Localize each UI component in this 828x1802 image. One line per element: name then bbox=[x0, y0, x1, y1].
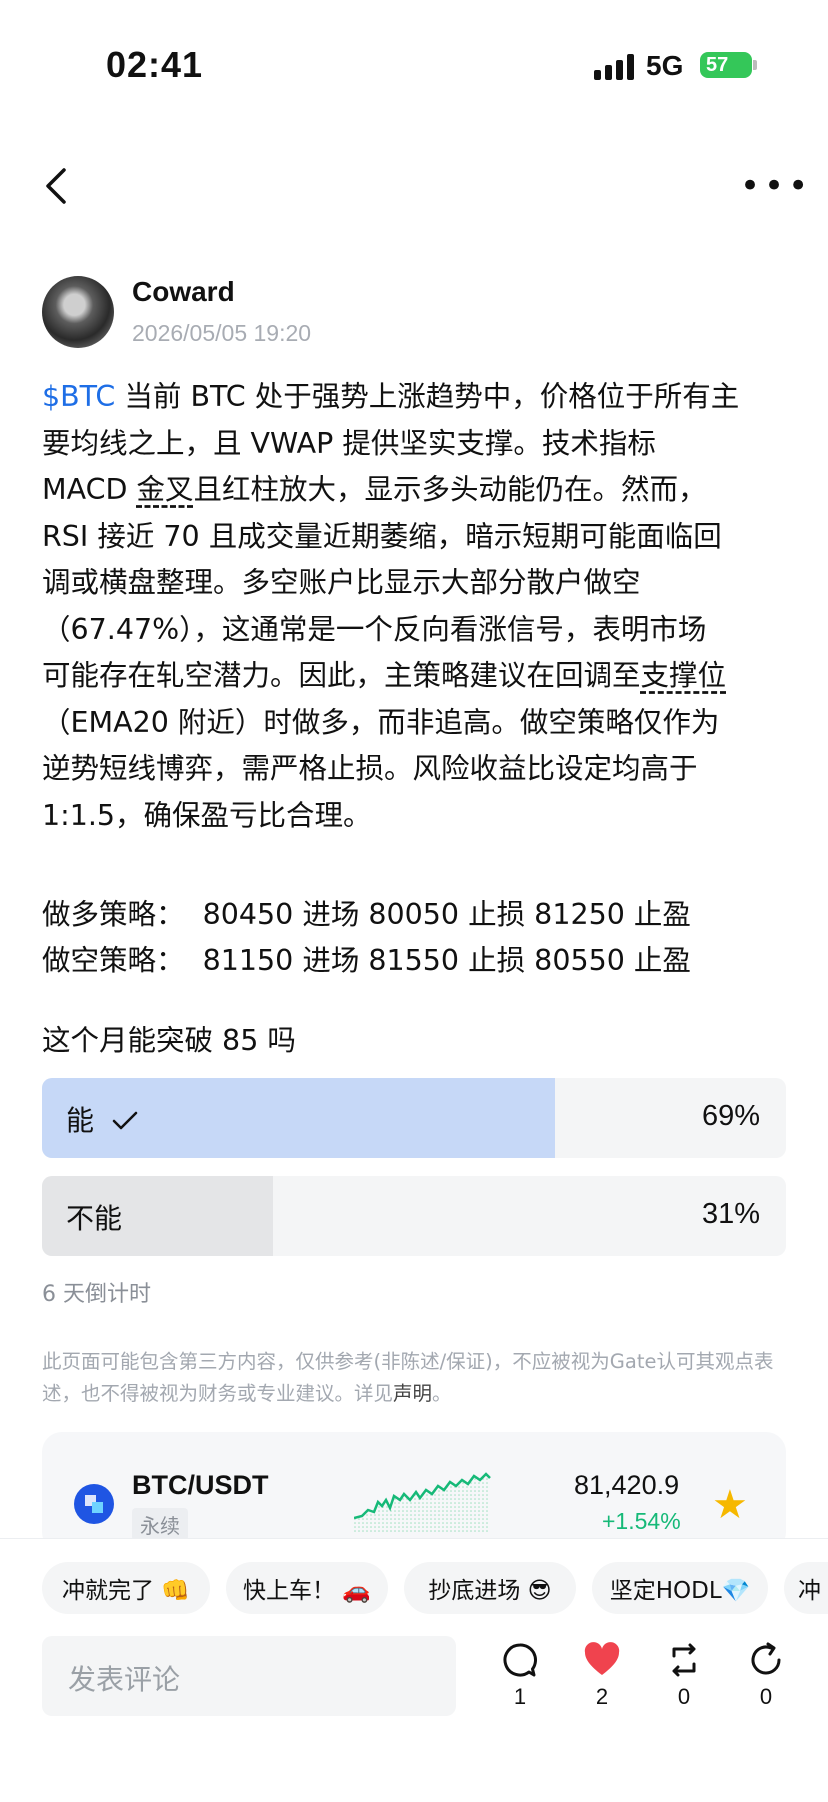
repost-count: 0 bbox=[677, 1684, 691, 1709]
poll-option-label: 能 bbox=[66, 1099, 139, 1139]
status-time: 02:41 bbox=[106, 44, 204, 85]
comment-input[interactable]: 发表评论 bbox=[42, 1636, 456, 1716]
poll-option-no[interactable]: 不能 31% bbox=[42, 1176, 786, 1256]
post-text: （EMA20 附近）时做多，而非追高。做空策略仅作为 bbox=[42, 705, 720, 739]
market-price: 81,420.9 bbox=[574, 1470, 680, 1500]
reaction-chip[interactable]: 坚定HODL💎 bbox=[592, 1562, 768, 1614]
poll-option-percent: 69% bbox=[701, 1100, 760, 1132]
post-text: 调或横盘整理。多空账户比显示大部分散户做空 bbox=[42, 566, 641, 599]
market-change: +1.54% bbox=[602, 1508, 681, 1534]
short-strategy: 做空策略： 81150 进场 81550 止损 80550 止盈 bbox=[42, 944, 691, 977]
post-text: RSI 接近 70 且成交量近期萎缩，暗示短期可能面临回 bbox=[42, 519, 722, 553]
price-sparkline bbox=[354, 1472, 491, 1532]
heart-icon bbox=[584, 1642, 620, 1675]
poll-question: 这个月能突破 85 吗 bbox=[42, 1024, 296, 1057]
checkmark-icon bbox=[112, 1111, 138, 1130]
share-button[interactable]: 0 bbox=[736, 1640, 796, 1710]
post-datetime: 2026/05/05 19:20 bbox=[132, 320, 312, 346]
poll-countdown: 6 天倒计时 bbox=[42, 1282, 151, 1307]
battery-nub bbox=[753, 60, 757, 70]
comment-count: 1 bbox=[513, 1684, 527, 1709]
signal-icon bbox=[594, 52, 634, 80]
post-text: 要均线之上，且 VWAP 提供坚实支撑。技术指标 bbox=[42, 426, 656, 460]
star-icon[interactable]: ★ bbox=[712, 1482, 748, 1528]
btc-coin-icon bbox=[74, 1484, 114, 1524]
reaction-chip[interactable]: 冲就完了 👊 bbox=[42, 1562, 210, 1614]
poll-option-percent: 31% bbox=[701, 1198, 760, 1230]
like-button[interactable]: 2 bbox=[572, 1640, 632, 1710]
market-pair: BTC/USDT bbox=[132, 1470, 269, 1500]
comment-placeholder: 发表评论 bbox=[68, 1663, 181, 1696]
disclaimer-link[interactable]: 声明 bbox=[393, 1382, 432, 1405]
battery-level: 57 bbox=[706, 53, 729, 76]
long-strategy: 做多策略： 80450 进场 80050 止损 81250 止盈 bbox=[42, 898, 691, 931]
post-text: 可能存在轧空潜力。因此，主策略建议在回调至 bbox=[42, 659, 641, 692]
coin-tag-link[interactable]: $BTC bbox=[42, 380, 115, 413]
repost-icon bbox=[672, 1643, 696, 1677]
reaction-chip[interactable]: 冲 bbox=[784, 1562, 828, 1614]
post-text: 1:1.5，确保盈亏比合理。 bbox=[42, 798, 372, 832]
battery-icon: 57 bbox=[700, 52, 752, 78]
reaction-chip[interactable]: 快上车！ 🚗 bbox=[226, 1562, 388, 1614]
post-body: $BTC 当前 BTC 处于强势上涨趋势中，价格位于所有主 要均线之上，且 VW… bbox=[42, 374, 792, 839]
market-type-badge: 永续 bbox=[132, 1508, 188, 1541]
poll-option-label: 不能 bbox=[66, 1202, 123, 1235]
share-count: 0 bbox=[759, 1684, 773, 1709]
repost-button[interactable]: 0 bbox=[654, 1640, 714, 1710]
like-count: 2 bbox=[595, 1684, 609, 1709]
more-options-icon[interactable]: ••• bbox=[740, 169, 812, 203]
comment-icon bbox=[503, 1643, 537, 1677]
term-link[interactable]: 金叉 bbox=[137, 473, 194, 506]
post-text: 当前 BTC 处于强势上涨趋势中，价格位于所有主 bbox=[115, 380, 740, 413]
poll-option-text: 能 bbox=[66, 1104, 95, 1137]
reaction-chip[interactable]: 抄底进场 😎 bbox=[404, 1562, 576, 1614]
disclaimer: 此页面可能包含第三方内容，仅供参考(非陈述/保证)，不应被视为Gate认可其观点… bbox=[42, 1346, 792, 1410]
back-arrow-icon[interactable] bbox=[40, 164, 74, 208]
share-icon bbox=[751, 1642, 781, 1675]
poll-option-yes[interactable]: 能 69% bbox=[42, 1078, 786, 1158]
disclaimer-end: 。 bbox=[432, 1382, 452, 1405]
post-text: 且红柱放大，显示多头动能仍在。然而， bbox=[193, 473, 707, 506]
avatar[interactable] bbox=[42, 276, 114, 348]
post-text: 逆势短线博弈，需严格止损。风险收益比设定均高于 bbox=[42, 752, 698, 785]
author-name[interactable]: Coward bbox=[132, 276, 235, 308]
post-text: （67.47%），这通常是一个反向看涨信号，表明市场 bbox=[42, 612, 707, 646]
post-text: MACD bbox=[42, 473, 137, 506]
network-label: 5G bbox=[646, 50, 684, 81]
term-link[interactable]: 支撑位 bbox=[641, 659, 727, 692]
comment-button[interactable]: 1 bbox=[490, 1640, 550, 1710]
